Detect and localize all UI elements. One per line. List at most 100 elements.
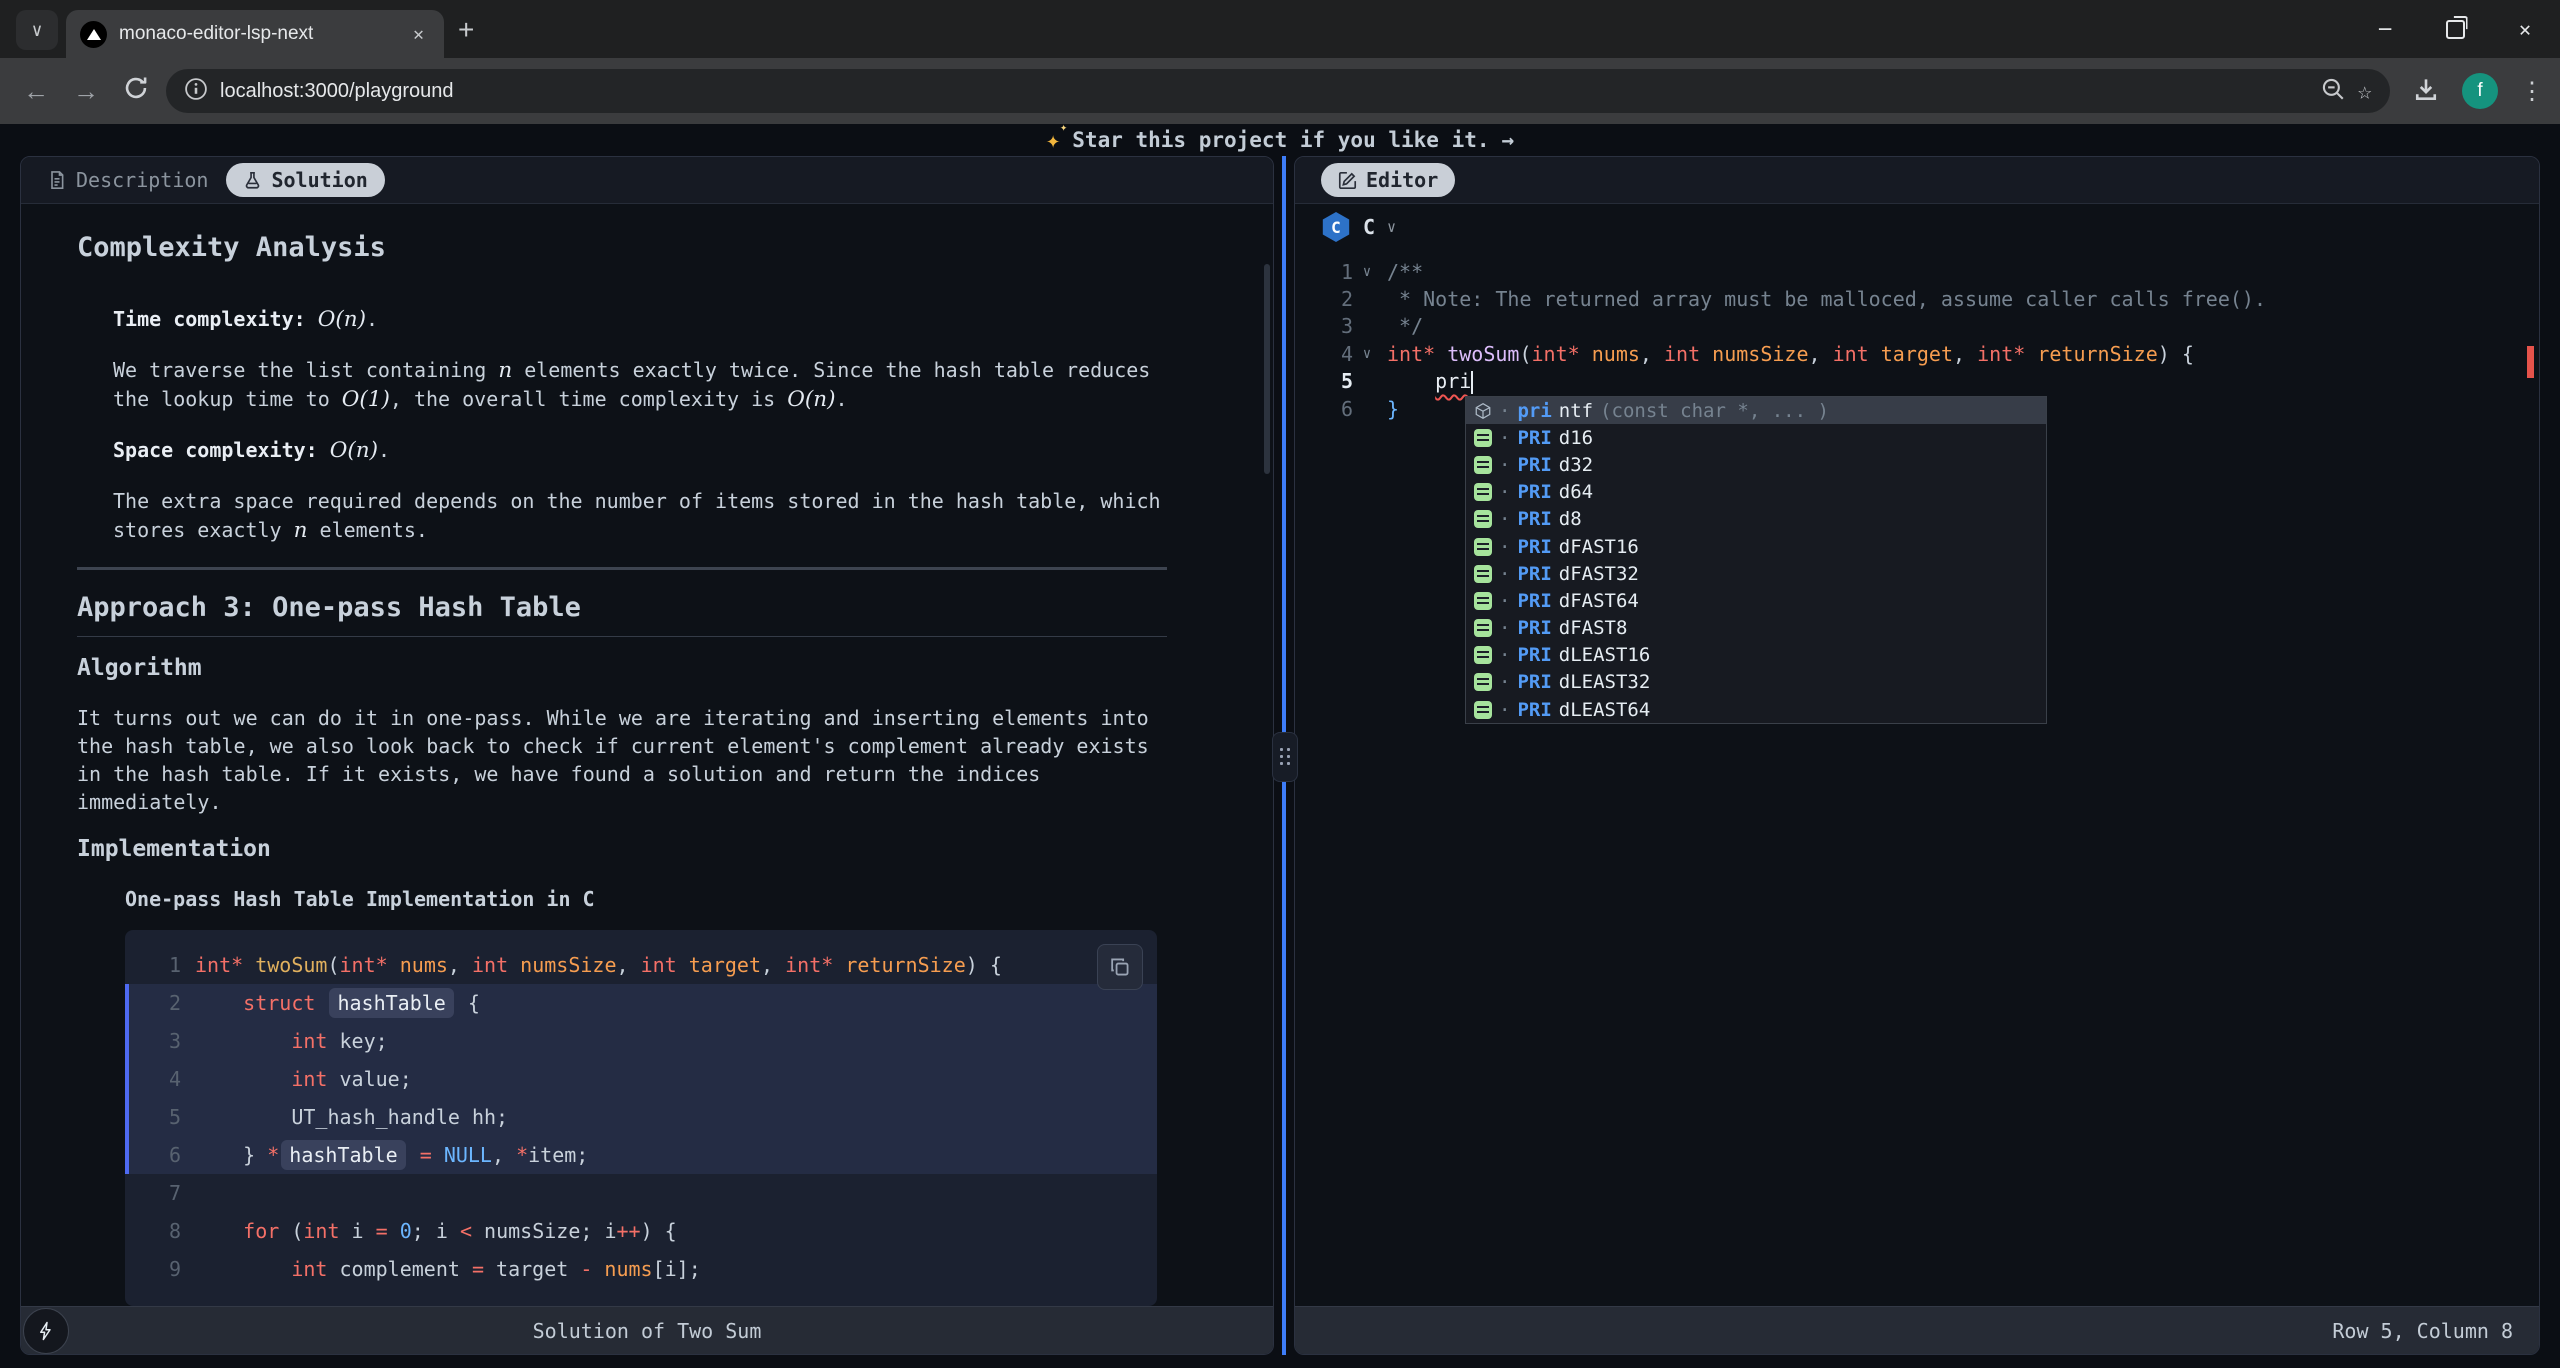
editor-line[interactable]: 2 * Note: The returned array must be mal…: [1295, 285, 2539, 312]
site-favicon-icon: [80, 21, 107, 48]
main-split: Description Solution Complexity Analysis…: [20, 156, 2540, 1355]
tab-editor-label: Editor: [1366, 168, 1438, 192]
text-suggestion-icon: [1474, 483, 1492, 501]
star-banner[interactable]: ✦✦ Star this project if you like it. →: [0, 124, 2560, 156]
suggestion-item[interactable]: ·PRIdFAST8: [1466, 615, 2046, 642]
profile-avatar[interactable]: f: [2462, 73, 2498, 109]
suggestion-item[interactable]: ·PRId8: [1466, 506, 2046, 533]
restore-button[interactable]: [2420, 0, 2490, 58]
url-text[interactable]: localhost:3000/playground: [220, 80, 2308, 103]
code-line: 3 int key;: [125, 1022, 1157, 1060]
tab-description-label: Description: [76, 168, 208, 192]
text-suggestion-icon: [1474, 510, 1492, 528]
pencil-square-icon: [1338, 171, 1357, 190]
language-selector[interactable]: C C ∨: [1295, 204, 2539, 250]
suggestion-item[interactable]: ·PRIdFAST64: [1466, 587, 2046, 614]
right-status-bar: Row 5, Column 8: [1295, 1306, 2539, 1354]
sparkles-icon: ✦✦: [1046, 126, 1060, 154]
zoom-out-icon[interactable]: [2320, 76, 2346, 106]
code-line: 1int* twoSum(int* nums, int numsSize, in…: [125, 946, 1157, 984]
code-line: 5 UT_hash_handle hh;: [125, 1098, 1157, 1136]
tab-close-icon[interactable]: ✕: [407, 22, 430, 47]
browser-tab[interactable]: monaco-editor-lsp-next ✕: [66, 10, 444, 58]
site-info-icon[interactable]: [184, 77, 208, 105]
arrow-right-icon: →: [1502, 128, 1515, 152]
text-suggestion-icon: [1474, 456, 1492, 474]
code-line: 4 int value;: [125, 1060, 1157, 1098]
problem-title: Solution of Two Sum: [21, 1319, 1273, 1343]
cursor-position: Row 5, Column 8: [1295, 1319, 2539, 1343]
fold-chevron-icon: ∨: [1353, 264, 1381, 280]
browser-menu-icon[interactable]: ⋮: [2520, 77, 2544, 105]
download-icon[interactable]: [2412, 75, 2440, 107]
document-icon: [47, 170, 67, 190]
doc-block-pi: Time complexity: O(n).: [113, 305, 1167, 334]
editor-line[interactable]: 3 */: [1295, 313, 2539, 340]
code-line: 8 for (int i = 0; i < numsSize; i++) {: [125, 1212, 1157, 1250]
banner-text: Star this project if you like it.: [1072, 128, 1489, 152]
lightning-icon: [36, 1321, 56, 1341]
tab-solution[interactable]: Solution: [226, 163, 384, 197]
doc-block-hr: [77, 567, 1167, 570]
solution-content: Complexity Analysis Time complexity: O(n)…: [21, 204, 1273, 1306]
restore-icon: [2446, 20, 2465, 39]
text-suggestion-icon: [1474, 592, 1492, 610]
monaco-editor[interactable]: 1∨/**2 * Note: The returned array must b…: [1295, 250, 2539, 1306]
code-line: 9 int complement = target - nums[i];: [125, 1250, 1157, 1288]
left-panel-header: Description Solution: [21, 157, 1273, 204]
panel-resize-divider[interactable]: [1274, 156, 1294, 1355]
text-suggestion-icon: [1474, 429, 1492, 447]
copy-icon: [1109, 956, 1131, 978]
code-lines: 1int* twoSum(int* nums, int numsSize, in…: [125, 946, 1157, 1288]
page: ✦✦ Star this project if you like it. → D…: [0, 124, 2560, 1368]
text-suggestion-icon: [1474, 646, 1492, 664]
reload-icon[interactable]: [116, 75, 156, 108]
text-suggestion-icon: [1474, 619, 1492, 637]
editor-line[interactable]: 4∨int* twoSum(int* nums, int numsSize, i…: [1295, 340, 2539, 367]
suggestion-item[interactable]: ·PRIdLEAST64: [1466, 696, 2046, 723]
tab-search-button[interactable]: ∨: [16, 10, 58, 50]
doc-block-pi: We traverse the list containing n elemen…: [113, 356, 1167, 414]
editor-panel: Editor C C ∨ 1∨/**2 * Note: The returned…: [1294, 156, 2540, 1355]
chevron-down-icon: ∨: [32, 20, 43, 41]
close-button[interactable]: ✕: [2490, 0, 2560, 58]
left-status-bar: Solution of Two Sum: [21, 1306, 1273, 1354]
tab-editor[interactable]: Editor: [1321, 163, 1455, 197]
doc-content: Complexity Analysis Time complexity: O(n)…: [77, 234, 1167, 914]
text-suggestion-icon: [1474, 701, 1492, 719]
suggestion-item[interactable]: ·PRIdLEAST32: [1466, 669, 2046, 696]
browser-toolbar: ← → localhost:3000/playground ☆: [0, 58, 2560, 124]
forward-icon[interactable]: →: [66, 76, 106, 107]
editor-line[interactable]: 1∨/**: [1295, 258, 2539, 285]
suggestion-item[interactable]: ·PRIdFAST16: [1466, 533, 2046, 560]
suggestion-item[interactable]: ·printf(const char *, ... ): [1466, 397, 2046, 424]
address-bar[interactable]: localhost:3000/playground ☆: [166, 69, 2390, 113]
error-ruler-marker: [2527, 346, 2534, 378]
copy-code-button[interactable]: [1097, 944, 1143, 990]
code-line: 2 struct hashTable {: [125, 984, 1157, 1022]
toolbar-right: f ⋮: [2412, 73, 2544, 109]
minimize-button[interactable]: ─: [2350, 0, 2420, 58]
suggestion-item[interactable]: ·PRIdFAST32: [1466, 560, 2046, 587]
doc-block-h2: Complexity Analysis: [77, 234, 1167, 261]
suggestion-item[interactable]: ·PRId64: [1466, 479, 2046, 506]
method-cube-icon: [1474, 402, 1492, 420]
resize-grip-handle[interactable]: [1272, 732, 1298, 782]
bookmark-star-icon[interactable]: ☆: [2358, 77, 2372, 105]
code-line: 7: [125, 1174, 1157, 1212]
text-suggestion-icon: [1474, 538, 1492, 556]
editor-line[interactable]: 5 pri: [1295, 368, 2539, 395]
suggestion-item[interactable]: ·PRId32: [1466, 451, 2046, 478]
doc-block-label: One-pass Hash Table Implementation in C: [125, 885, 1167, 914]
text-suggestion-icon: [1474, 673, 1492, 691]
doc-block-h2b: Approach 3: One-pass Hash Table: [77, 594, 1167, 637]
flask-icon: [243, 171, 262, 190]
doc-scrollbar-thumb[interactable]: [1264, 264, 1270, 474]
lightning-button[interactable]: [23, 1308, 69, 1354]
suggestion-item[interactable]: ·PRId16: [1466, 424, 2046, 451]
new-tab-button[interactable]: +: [458, 14, 474, 46]
tab-description[interactable]: Description: [47, 168, 208, 192]
suggestion-item[interactable]: ·PRIdLEAST16: [1466, 642, 2046, 669]
back-icon[interactable]: ←: [16, 76, 56, 107]
code-line: 6 } *hashTable = NULL, *item;: [125, 1136, 1157, 1174]
